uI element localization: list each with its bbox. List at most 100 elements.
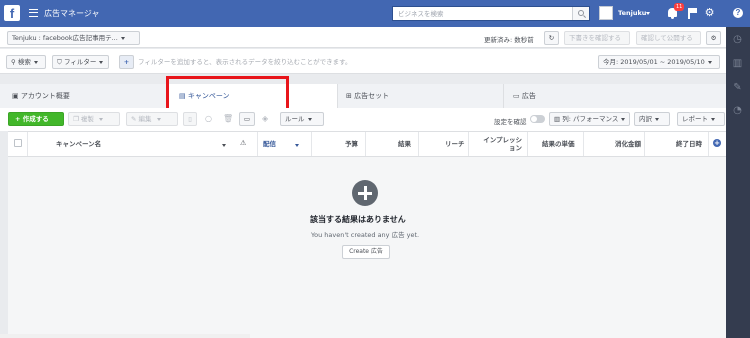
ab-test-button[interactable]: ▯ (183, 112, 197, 126)
tab-ads-label: ▭ 広告 (513, 91, 536, 101)
select-all-checkbox[interactable] (14, 139, 22, 147)
column-separator (583, 132, 584, 156)
facebook-logo-icon[interactable]: f (4, 5, 20, 21)
search-button[interactable] (572, 7, 589, 20)
business-search-input[interactable] (393, 7, 571, 20)
history-icon[interactable]: ◔ (732, 105, 743, 116)
col-budget[interactable]: 予算 (345, 132, 358, 156)
menu-icon[interactable] (29, 9, 38, 17)
plus-icon[interactable] (352, 180, 378, 206)
column-separator (708, 132, 709, 156)
app-title[interactable]: 広告マネージャ (44, 8, 99, 19)
filter-dropdown[interactable]: ⛉ フィルター (52, 55, 109, 69)
tag-icon[interactable]: ◈ (262, 114, 268, 123)
account-selector-label: Tenjuku : facebook広告記事用テ... (12, 34, 118, 42)
setting-check-label: 設定を確認 (494, 118, 527, 126)
chevron-down-icon (307, 117, 312, 121)
chevron-down-icon (295, 143, 299, 147)
add-filter-button[interactable]: + (119, 55, 134, 69)
date-range-picker[interactable]: 今月: 2019/05/01 ~ 2019/05/10 (598, 55, 720, 69)
ad-icon: ▭ (513, 92, 520, 100)
breakdown-button[interactable]: 内訳 (634, 112, 670, 126)
trash-icon[interactable]: 🗑 (223, 114, 233, 123)
filter-icon: ⛉ (57, 58, 62, 66)
empty-state-title: 該当する結果はありません (310, 215, 406, 224)
edit-label: 編集 (138, 115, 152, 123)
reports-button[interactable]: レポート (677, 112, 725, 126)
chevron-down-icon (99, 60, 104, 64)
review-drafts-button[interactable]: 下書きを確認する (564, 31, 630, 45)
warning-icon: ⚠ (240, 139, 247, 147)
right-rail (726, 27, 750, 338)
columns-icon: ▥ (554, 115, 561, 123)
col-end-date[interactable]: 終了日時 (676, 132, 702, 156)
chevron-down-icon (711, 117, 715, 121)
create-ad-button[interactable]: Create 広告 (342, 245, 390, 259)
chevron-down-icon (33, 60, 38, 64)
duplicate-label: 複製 (80, 115, 94, 123)
clock-icon[interactable]: ◷ (732, 34, 743, 45)
highlight-box (166, 76, 289, 112)
help-icon[interactable]: ? (733, 8, 743, 18)
col-amount-spent[interactable]: 消化金額 (615, 132, 641, 156)
reports-label: レポート (682, 115, 708, 123)
chevron-down-icon (222, 143, 226, 147)
search-icon (578, 10, 584, 16)
col-delivery[interactable]: 配信 (263, 132, 276, 156)
rules-button[interactable]: ルール (280, 112, 324, 126)
col-delivery-sort[interactable] (295, 141, 299, 149)
add-column-icon[interactable]: + (713, 139, 721, 147)
setting-check-toggle[interactable] (530, 115, 545, 123)
tab-ad-sets[interactable]: ⊞ 広告セット (338, 84, 504, 108)
plus-icon: + (123, 58, 130, 66)
chevron-down-icon (98, 117, 103, 121)
circle-icon[interactable]: ○ (205, 114, 212, 123)
preview-button[interactable]: ▭ (239, 112, 255, 126)
col-campaign-name[interactable]: キャンペーン名 (56, 132, 101, 156)
sort-icon[interactable] (222, 141, 226, 149)
create-button[interactable]: + 作成する (8, 112, 64, 126)
col-impressions[interactable]: インプレッション (478, 132, 522, 156)
filter-dropdown-label: フィルター (63, 58, 97, 66)
account-name[interactable]: Tenjuku (618, 9, 646, 17)
tab-ads-text: 広告 (521, 92, 536, 100)
columns-button[interactable]: ▥ 列: パフォーマンス (549, 112, 630, 126)
edit-button[interactable]: ✎ 編集 (126, 112, 178, 126)
col-reach[interactable]: リーチ (445, 132, 465, 156)
status-bar (0, 334, 250, 338)
tab-account-overview[interactable]: ▣ アカウント概要 (0, 84, 168, 108)
col-cost-per-result[interactable]: 結果の単価 (542, 132, 575, 156)
account-avatar[interactable] (599, 6, 613, 20)
filter-input[interactable] (138, 56, 578, 68)
breakdown-label: 内訳 (639, 115, 652, 123)
column-separator (468, 132, 469, 156)
columns-label: 列: パフォーマンス (562, 115, 619, 123)
column-separator (27, 132, 28, 156)
pencil-icon: ✎ (131, 115, 137, 123)
gear-icon: ⚙ (710, 34, 717, 42)
tab-account-overview-label: ▣ アカウント概要 (12, 91, 70, 101)
search-dropdown[interactable]: ⚲ 検索 (6, 55, 46, 69)
tab-account-overview-text: アカウント概要 (20, 92, 70, 100)
duplicate-icon: ❐ (73, 115, 79, 123)
chevron-down-icon[interactable] (646, 12, 650, 15)
grid-icon: ⊞ (346, 92, 352, 100)
refresh-button[interactable]: ↻ (544, 31, 559, 45)
column-separator (644, 132, 645, 156)
flag-icon[interactable] (688, 8, 695, 19)
settings-button[interactable]: ⚙ (706, 31, 721, 45)
column-separator (527, 132, 528, 156)
bar-chart-icon[interactable]: ▥ (732, 58, 743, 69)
date-range-label: 今月: 2019/05/01 ~ 2019/05/10 (603, 58, 705, 66)
chevron-down-icon (156, 117, 161, 121)
review-publish-button[interactable]: 確認して公開する (636, 31, 701, 45)
duplicate-button[interactable]: ❐ 複製 (68, 112, 120, 126)
account-selector[interactable]: Tenjuku : facebook広告記事用テ... (7, 31, 140, 45)
updated-label: 更新済み: 数秒前 (484, 36, 534, 44)
gear-icon[interactable]: ⚙ (704, 7, 715, 18)
col-results[interactable]: 結果 (398, 132, 411, 156)
pencil-icon[interactable]: ✎ (732, 82, 743, 93)
refresh-icon: ↻ (548, 34, 555, 42)
empty-state-subtitle: You haven't created any 広告 yet. (311, 231, 420, 239)
tab-ads[interactable]: ▭ 広告 (504, 84, 726, 108)
